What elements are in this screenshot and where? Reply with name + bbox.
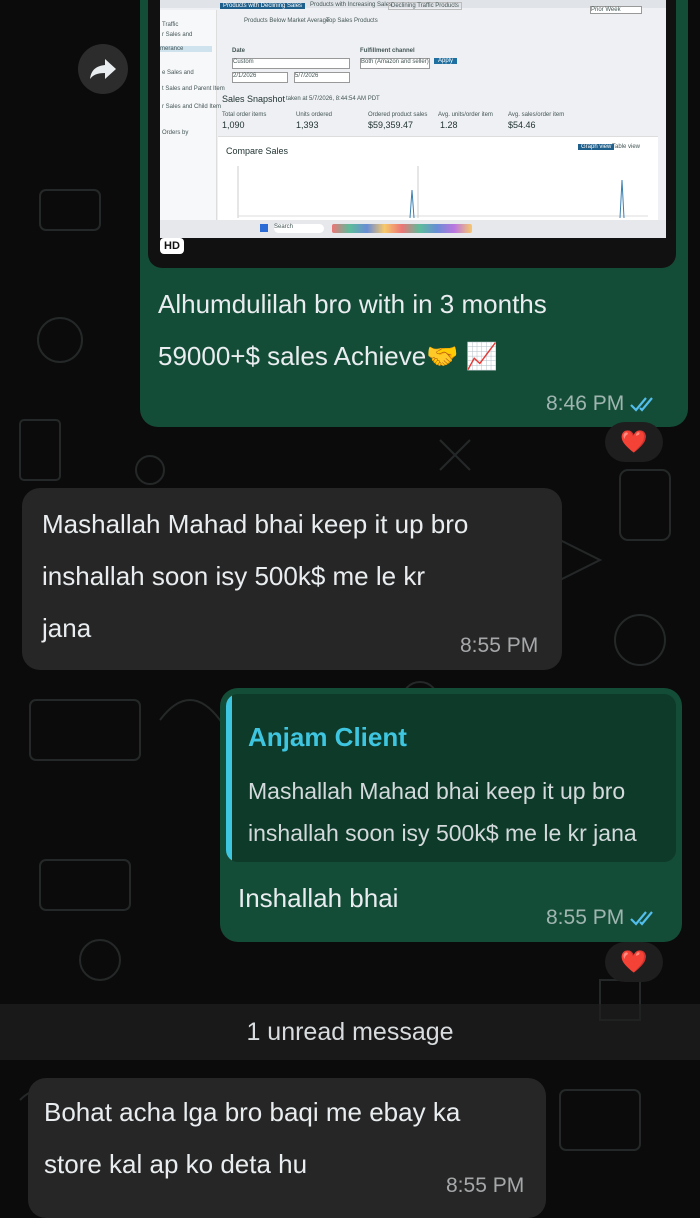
fulfillment-select: Both (Amazon and seller) — [360, 58, 430, 69]
message-line: 59000+$ sales Achieve🤝 📈 — [158, 341, 499, 371]
reaction-badge[interactable]: ❤️ — [605, 942, 663, 982]
unread-divider: 1 unread message — [0, 1004, 700, 1060]
incoming-message[interactable]: Mashallah Mahad bhai keep it up bro insh… — [22, 488, 562, 670]
metric-value: 1,393 — [296, 120, 319, 130]
taskbar-search: Search — [274, 224, 324, 233]
table-view-button: Table view — [612, 144, 641, 150]
metric-label: Avg. sales/order item — [508, 112, 565, 118]
message-line: Mashallah Mahad bhai keep it up bro — [42, 509, 469, 539]
date-select: Custom — [232, 58, 350, 69]
metric-value: $59,359.47 — [368, 120, 414, 130]
metric-label: Avg. units/order item — [438, 112, 493, 118]
message-text: Inshallah bhai — [238, 883, 399, 913]
metric-label: Total order items — [222, 112, 267, 118]
sidebar-item: Orders by — [162, 130, 189, 136]
metric-value: $54.46 — [508, 120, 536, 130]
metric-value: 1.28 — [440, 120, 458, 130]
snapshot-title: Sales Snapshot — [222, 94, 286, 104]
incoming-message[interactable]: Bohat acha lga bro baqi me ebay ka store… — [28, 1078, 546, 1218]
menu-item: Top Sales Products — [326, 18, 378, 24]
date-to: 5/7/2026 — [294, 72, 350, 83]
double-check-icon — [630, 911, 654, 926]
forward-button[interactable] — [78, 44, 128, 94]
seller-central-screen: Products with Declining Sales Products w… — [160, 0, 666, 236]
message-time: 8:55 PM — [460, 634, 539, 657]
message-line: Bohat acha lga bro baqi me ebay ka — [44, 1097, 461, 1127]
menu-item: Declining Traffic Products — [388, 2, 462, 10]
message-text: Alhumdulilah bro with in 3 months 59000+… — [158, 278, 668, 382]
metric-label: Ordered product sales — [368, 112, 428, 118]
heart-icon: ❤️ — [620, 429, 648, 454]
metric-label: Units ordered — [296, 112, 333, 118]
message-line: Alhumdulilah bro with in 3 months — [158, 289, 547, 319]
heart-icon: ❤️ — [620, 949, 648, 974]
graph-view-button: Graph view — [578, 144, 615, 150]
menu-item: Products with Declining Sales — [220, 3, 306, 9]
menu-item: Products Below Market Average — [244, 18, 330, 24]
date-label: Date — [232, 48, 246, 54]
time-label: 8:46 PM — [546, 392, 625, 415]
prior-week-select: Prior Week — [590, 6, 642, 14]
windows-taskbar: Search — [160, 220, 666, 238]
sidebar-item: t Sales and Parent Item — [162, 86, 225, 92]
compare-sales-title: Compare Sales — [226, 146, 289, 156]
metric-value: 1,090 — [222, 120, 245, 130]
time-label: 8:55 PM — [546, 906, 625, 929]
reaction-badge[interactable]: ❤️ — [605, 422, 663, 462]
snapshot-time: taken at 5/7/2026, 8:44:54 AM PDT — [286, 96, 380, 102]
fulfillment-label: Fulfillment channel — [360, 48, 415, 54]
apply-button: Apply — [434, 58, 458, 64]
sidebar-item: r Sales and — [162, 32, 193, 38]
sidebar-item: Traffic — [162, 22, 179, 28]
compare-graph — [237, 166, 648, 219]
date-from: 2/1/2026 — [232, 72, 288, 83]
message-line: store kal ap ko deta hu — [44, 1149, 308, 1179]
sidebar-item: r Sales and Child Item — [162, 104, 222, 110]
forward-icon — [90, 59, 116, 79]
sidebar-item: e Sales and — [162, 70, 194, 76]
message-line: jana — [42, 613, 92, 643]
hd-badge: HD — [160, 238, 184, 254]
message-time: 8:55 PM — [446, 1174, 525, 1197]
message-time: 8:46 PM — [546, 392, 658, 416]
double-check-icon — [630, 397, 654, 412]
message-line: inshallah soon isy 500k$ me le kr — [42, 561, 425, 591]
sidebar-item: merance — [160, 46, 212, 52]
quote-line: inshallah soon isy 500k$ me le kr jana — [248, 820, 637, 846]
message-time: 8:55 PM — [546, 906, 658, 930]
quote-author: Anjam Client — [248, 722, 407, 752]
sales-screenshot-image[interactable]: Products with Declining Sales Products w… — [148, 0, 676, 268]
quote-line: Mashallah Mahad bhai keep it up bro — [248, 778, 626, 804]
quoted-message[interactable]: Anjam Client Mashallah Mahad bhai keep i… — [226, 694, 676, 862]
menu-item: Products with Increasing Sales — [310, 2, 393, 8]
quote-accent-bar — [226, 694, 232, 862]
